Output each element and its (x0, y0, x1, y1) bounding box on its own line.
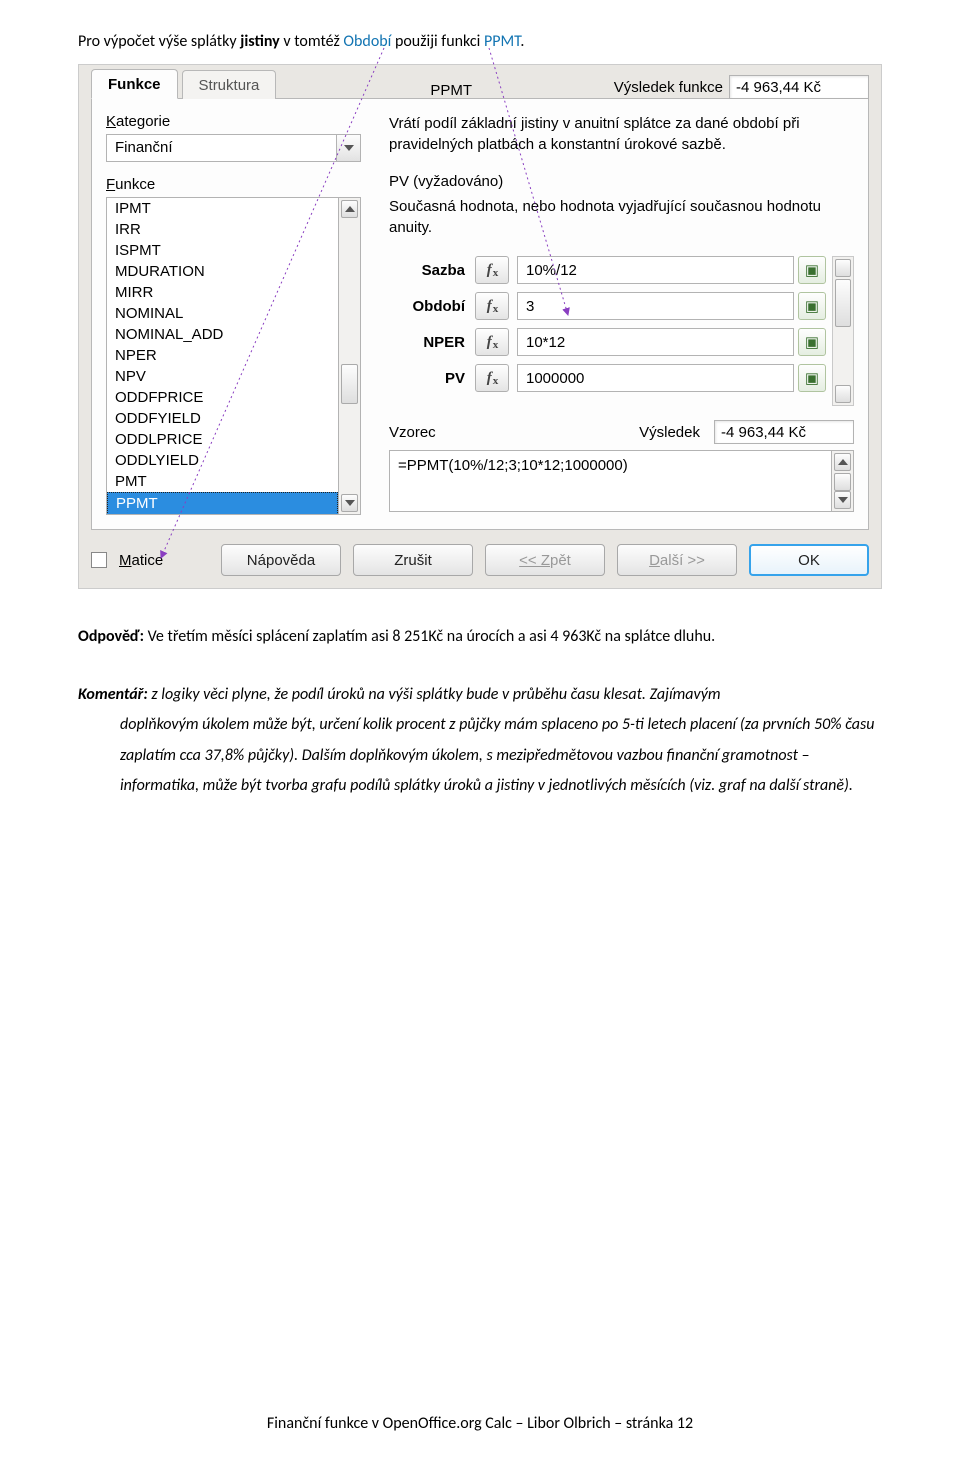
scroll-down-icon[interactable] (341, 494, 358, 512)
tab-funkce[interactable]: Funkce (91, 69, 178, 99)
answer-paragraph: Odpověď: Ve třetím měsíci splácení zapla… (78, 625, 882, 650)
matrix-label: Matice (119, 552, 163, 569)
shrink-icon[interactable]: ▣ (798, 292, 826, 320)
result-label: Výsledek (639, 424, 700, 441)
answer-body: Ve třetím měsíci splácení zaplatím asi 8… (144, 627, 715, 646)
answer-lead: Odpověď: (78, 627, 144, 646)
formula-input[interactable]: =PPMT(10%/12;3;10*12;1000000) (389, 450, 832, 512)
function-description: Vrátí podíl základní jistiny v anuitní s… (389, 113, 854, 155)
next-button[interactable]: Další >> (617, 544, 737, 576)
arg-label-obdobi: Období (389, 298, 475, 315)
scrollbar[interactable] (832, 256, 854, 406)
scrollbar[interactable] (832, 450, 854, 512)
category-combo-value: Finanční (107, 135, 336, 161)
scroll-thumb[interactable] (341, 364, 358, 404)
ok-button[interactable]: OK (749, 544, 869, 576)
fn-result-value-box: -4 963,44 Kč (729, 75, 869, 99)
list-item-selected[interactable]: PPMT (107, 492, 338, 515)
list-item[interactable]: NOMINAL (107, 303, 338, 324)
list-item[interactable]: NPER (107, 345, 338, 366)
list-item[interactable]: NOMINAL_ADD (107, 324, 338, 345)
list-item[interactable]: MIRR (107, 282, 338, 303)
comment-lead: Komentář: (78, 685, 148, 704)
list-item[interactable]: PMT (107, 471, 338, 492)
function-listbox[interactable]: IPMT IRR ISPMT MDURATION MIRR NOMINAL NO… (106, 197, 339, 515)
category-label: Kategorie (106, 113, 361, 130)
fx-icon[interactable]: fx (475, 364, 509, 392)
scroll-up-icon[interactable] (835, 259, 851, 277)
intro-blue-ppmt: PPMT (484, 32, 520, 51)
scroll-up-icon[interactable] (341, 200, 358, 218)
list-item[interactable]: IPMT (107, 198, 338, 219)
shrink-icon[interactable]: ▣ (798, 328, 826, 356)
help-button[interactable]: Nápověda (221, 544, 341, 576)
function-wizard: Funkce Struktura PPMT Výsledek funkce -4… (78, 64, 882, 589)
comment-body-2: doplňkovým úkolem může být, určení kolik… (78, 710, 882, 801)
intro-blue-obdobi: Období (343, 32, 391, 51)
fn-title: PPMT (430, 82, 472, 99)
cancel-button[interactable]: Zrušit (353, 544, 473, 576)
scrollbar[interactable] (339, 197, 361, 515)
category-combo[interactable]: Finanční (106, 134, 361, 162)
fx-icon[interactable]: fx (475, 328, 509, 356)
back-button[interactable]: << Zpět (485, 544, 605, 576)
scroll-thumb[interactable] (835, 279, 851, 327)
arg-input-sazba[interactable]: 10%/12 (517, 256, 794, 284)
tab-struktura[interactable]: Struktura (182, 70, 277, 99)
page-footer: Finanční funkce v OpenOffice.org Calc – … (0, 1414, 960, 1433)
shrink-icon[interactable]: ▣ (798, 364, 826, 392)
arg-label-nper: NPER (389, 334, 475, 351)
comment-block: Komentář: z logiky věci plyne, že podíl … (78, 680, 882, 802)
scroll-thumb[interactable] (834, 473, 851, 491)
matrix-checkbox[interactable] (91, 552, 107, 568)
fn-result-label: Výsledek funkce (614, 79, 723, 96)
list-item[interactable]: NPV (107, 366, 338, 387)
function-label: Funkce (106, 176, 361, 193)
fx-icon[interactable]: fx (475, 292, 509, 320)
required-arg-label: PV (vyžadováno) (389, 173, 854, 190)
list-item[interactable]: IRR (107, 219, 338, 240)
arg-input-nper[interactable]: 10*12 (517, 328, 794, 356)
chevron-down-icon[interactable] (336, 135, 360, 161)
list-item[interactable]: ODDLPRICE (107, 429, 338, 450)
scroll-down-icon[interactable] (835, 385, 851, 403)
result-box: -4 963,44 Kč (714, 420, 854, 444)
arg-input-pv[interactable]: 1000000 (517, 364, 794, 392)
arg-label-sazba: Sazba (389, 262, 475, 279)
list-item[interactable]: MDURATION (107, 261, 338, 282)
scroll-down-icon[interactable] (834, 491, 851, 509)
intro-line: Pro výpočet výše splátky jistiny v tomté… (78, 30, 882, 54)
list-item[interactable]: ODDFPRICE (107, 387, 338, 408)
formula-label: Vzorec (389, 424, 436, 441)
list-item[interactable]: ODDLYIELD (107, 450, 338, 471)
list-item[interactable]: ODDFYIELD (107, 408, 338, 429)
required-arg-desc: Současná hodnota, nebo hodnota vyjadřují… (389, 196, 854, 238)
shrink-icon[interactable]: ▣ (798, 256, 826, 284)
fx-icon[interactable]: fx (475, 256, 509, 284)
arg-input-obdobi[interactable]: 3 (517, 292, 794, 320)
comment-body-1: z logiky věci plyne, že podíl úroků na v… (148, 685, 721, 704)
intro-bold-jistiny: jistiny (240, 32, 279, 51)
list-item[interactable]: ISPMT (107, 240, 338, 261)
scroll-up-icon[interactable] (834, 453, 851, 471)
arg-label-pv: PV (389, 370, 475, 387)
